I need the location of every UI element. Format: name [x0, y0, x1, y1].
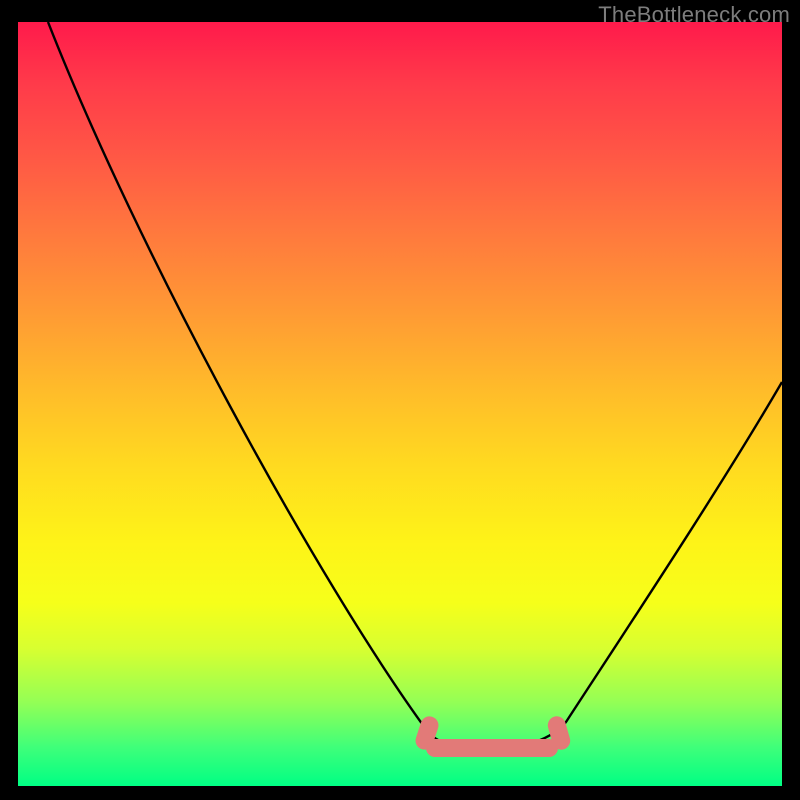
- bottleneck-curve-line: [18, 22, 782, 786]
- optimal-range-marker: [426, 739, 558, 757]
- plot-area: [18, 22, 782, 786]
- chart-canvas: TheBottleneck.com: [0, 0, 800, 800]
